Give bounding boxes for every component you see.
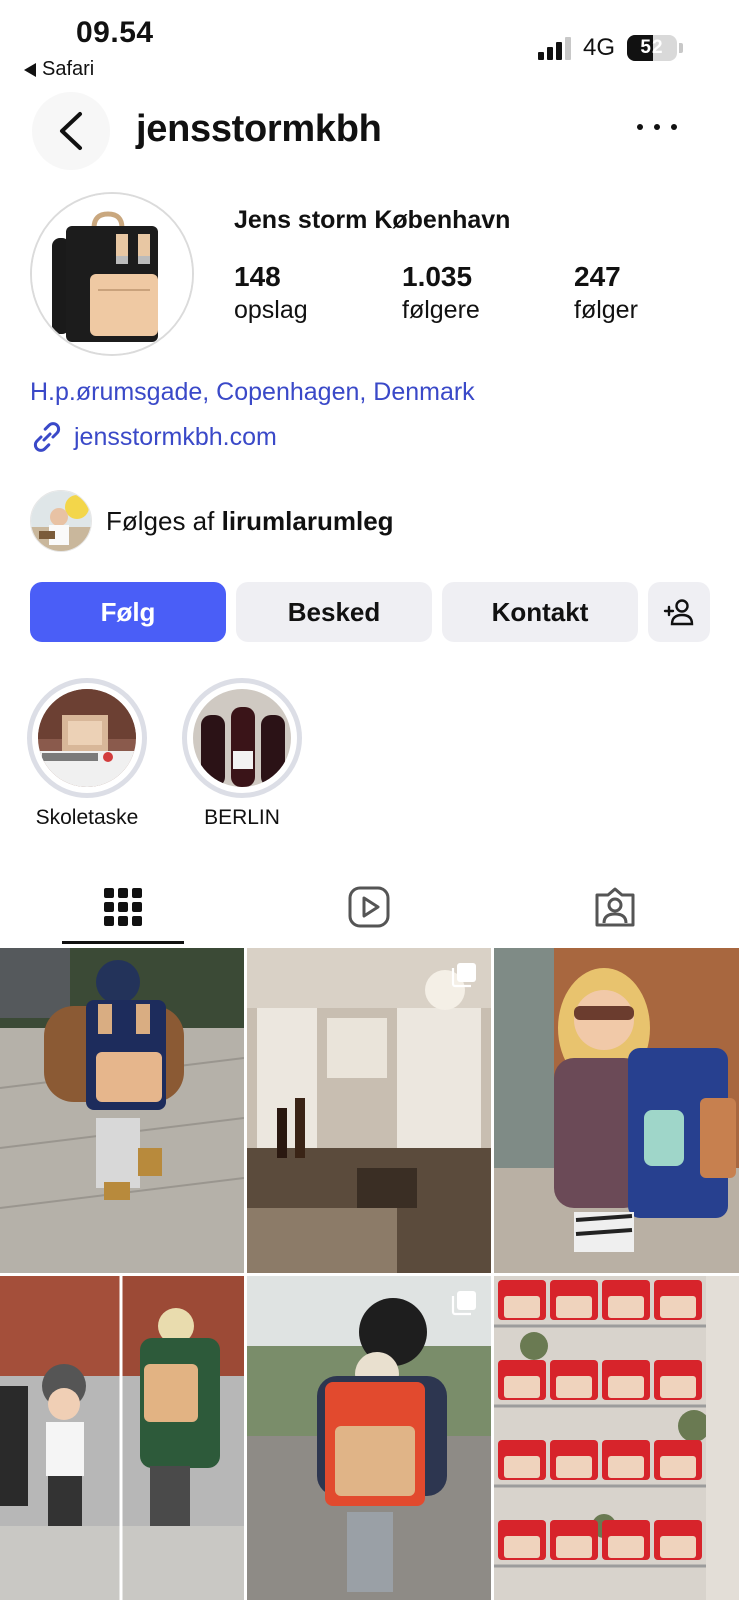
followed-by[interactable]: Følges af lirumlarumleg [30,490,394,552]
story-highlight-berlin[interactable]: BERLIN [181,678,303,830]
suggested-users-button[interactable] [648,582,710,642]
post-thumbnail[interactable] [0,948,244,1273]
message-button[interactable]: Besked [236,582,432,642]
stat-following[interactable]: 247 følger [574,260,638,326]
multiple-images-icon [451,963,476,988]
back-button[interactable] [32,92,110,170]
post-image [247,948,491,1273]
signal-icon [537,36,571,60]
highlight-label: Skoletaske [35,806,139,829]
stat-label: opslag [234,296,308,324]
post-thumbnail[interactable] [247,1276,491,1600]
battery-icon: 52 [627,35,677,61]
post-thumbnail[interactable] [494,1276,739,1600]
profile-avatar[interactable] [30,192,194,356]
network-type: 4G [582,34,615,61]
posts-grid [0,948,739,1600]
post-image [247,1276,491,1600]
follower-avatar [30,490,92,552]
stat-label: følger [574,296,638,324]
profile-stats: 148 opslag 1.035 følgere 247 følger [234,260,714,326]
post-thumbnail[interactable] [247,948,491,1273]
post-thumbnail[interactable] [0,1276,244,1600]
stat-value: 247 [574,261,621,292]
website-link[interactable]: jensstormkbh.com [30,420,277,454]
back-app-label: Safari [42,58,95,80]
stat-value: 1.035 [402,261,473,292]
more-options-button[interactable] [637,112,677,142]
backpack-logo-image [32,194,192,354]
followed-by-prefix: Følges af [106,505,215,536]
profile-username: jensstormkbh [136,108,382,150]
back-to-app-link[interactable]: Safari [24,58,94,81]
multiple-images-icon [451,1291,476,1316]
followed-by-text: Følges af lirumlarumleg [106,506,394,537]
highlight-cover [193,689,291,787]
post-thumbnail[interactable] [494,948,739,1273]
follow-button[interactable]: Følg [30,582,226,642]
stat-posts[interactable]: 148 opslag [234,260,402,326]
reels-icon [348,886,390,928]
highlight-label: BERLIN [204,806,280,829]
post-image [0,1276,244,1600]
battery-level: 52 [640,37,664,58]
more-dots-icon [637,124,643,130]
stat-followers[interactable]: 1.035 følgere [402,260,574,326]
post-image [494,948,739,1273]
contact-button[interactable]: Kontakt [442,582,638,642]
link-icon [33,422,61,452]
story-highlight-skoletaske[interactable]: Skoletaske [26,678,148,830]
display-name: Jens storm København [234,206,511,234]
tab-posts[interactable] [0,872,246,942]
highlight-cover [38,689,136,787]
tab-reels[interactable] [246,872,492,942]
website-label: jensstormkbh.com [74,422,277,451]
grid-icon [104,888,142,926]
stat-label: følgere [402,296,480,324]
tab-tagged[interactable] [492,872,738,942]
highlight-ring [182,678,302,798]
stat-value: 148 [234,261,281,292]
active-tab-indicator [62,941,184,944]
add-person-icon [663,599,694,626]
tagged-icon [595,887,635,927]
back-triangle-icon [24,62,36,77]
followed-by-user: lirumlarumleg [221,505,394,536]
status-time: 09.54 [76,16,154,49]
status-indicators: 4G 52 [537,34,683,62]
battery-cap [679,43,683,53]
location-link[interactable]: H.p.ørumsgade, Copenhagen, Denmark [30,378,475,407]
post-image [494,1276,739,1600]
chevron-left-icon [60,112,82,150]
post-image [0,948,244,1273]
highlight-ring [27,678,147,798]
